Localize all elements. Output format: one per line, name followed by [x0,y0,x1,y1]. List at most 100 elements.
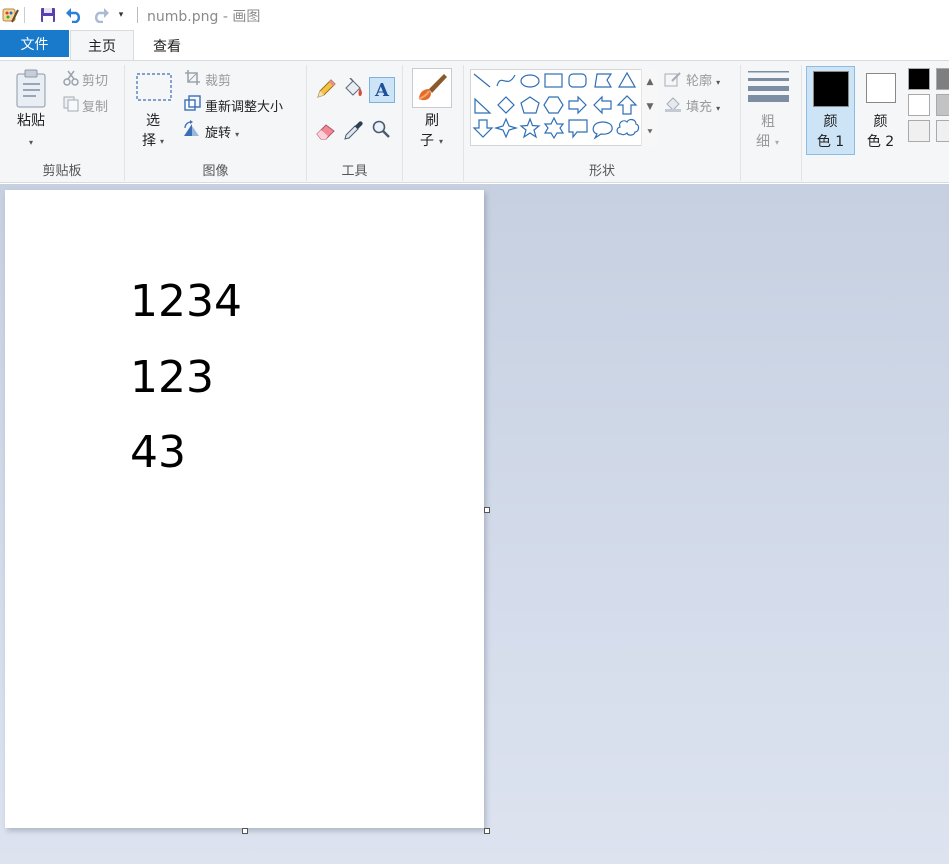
diamond-shape-icon[interactable] [497,96,515,114]
tools-group-label: 工具 [341,164,368,179]
color-1-swatch[interactable] [813,71,849,107]
brushes-label-1[interactable]: 刷 [419,111,445,131]
outline-label: 轮廓 [686,74,713,89]
tab-home[interactable]: 主页 [70,30,134,61]
size-icon[interactable] [748,70,790,108]
color-2-swatch[interactable] [866,73,896,103]
select-dropdown-icon[interactable]: ▾ [157,132,167,152]
tab-file[interactable]: 文件 [0,30,69,57]
line-shape-icon[interactable] [473,73,491,88]
four-point-star-shape-icon[interactable] [493,117,519,139]
crop-button[interactable]: 裁剪 [205,70,231,89]
title-bar: ▾ numb.png - 画图 [0,0,949,30]
gallery-expand-icon[interactable]: ⯆ [642,120,658,145]
cut-icon[interactable] [63,70,79,90]
ribbon: 粘贴 ▾ 剪切 复制 剪贴板 选 择 ▾ 裁剪 重新调整大小 旋转 ▾ 图像 A… [0,60,949,183]
size-label-1[interactable]: 粗 [748,112,788,132]
brushes-dropdown-icon[interactable]: ▾ [436,132,446,152]
pentagon-shape-icon[interactable] [520,96,540,114]
palette-swatch[interactable] [908,94,930,116]
copy-icon[interactable] [63,96,79,116]
up-arrow-shape-icon[interactable] [616,95,638,115]
rectangle-callout-shape-icon[interactable] [568,119,588,139]
five-point-star-shape-icon[interactable] [519,117,541,139]
paint-app-icon[interactable] [0,5,20,25]
paste-button[interactable] [14,69,50,113]
tab-view[interactable]: 查看 [134,30,200,61]
canvas-text-line-3: 43 [130,427,186,478]
rounded-rectangle-shape-icon[interactable] [568,73,587,88]
resize-handle-corner[interactable] [484,828,490,834]
shapes-group-label: 形状 [588,164,615,179]
work-area: 1234 123 43 [0,184,949,864]
left-arrow-shape-icon[interactable] [593,95,612,115]
color-picker-icon[interactable] [343,119,365,145]
color-1-label-2[interactable]: 色 1 [806,132,855,152]
magnifier-icon[interactable] [371,119,391,143]
copy-button[interactable]: 复制 [82,96,108,115]
canvas-text-line-1: 1234 [130,276,242,327]
color-1-label-1[interactable]: 颜 [806,112,855,132]
fill-icon[interactable] [664,95,682,117]
ribbon-tabs: 文件 主页 查看 [0,30,949,61]
brush-icon[interactable] [412,68,452,108]
brushes-group: 刷 子 ▾ [403,61,463,182]
drawing-canvas[interactable]: 1234 123 43 [5,190,484,828]
customize-quick-access-icon[interactable]: ▾ [114,5,128,25]
cut-button[interactable]: 剪切 [82,70,108,89]
palette-swatch[interactable] [908,68,930,90]
resize-handle-right[interactable] [484,507,490,513]
resize-handle-bottom[interactable] [242,828,248,834]
rotate-icon[interactable] [182,120,201,142]
right-arrow-shape-icon[interactable] [568,95,587,115]
redo-icon[interactable] [91,5,111,25]
canvas-text-line-2: 123 [130,352,214,403]
crop-icon[interactable] [184,69,201,90]
resize-icon[interactable] [184,95,201,116]
image-group-label: 图像 [202,164,229,179]
select-label-1[interactable]: 选 [135,111,171,131]
shapes-gallery [470,69,657,146]
triangle-shape-icon[interactable] [617,71,637,88]
select-icon[interactable] [136,73,172,105]
pencil-icon[interactable] [315,78,337,104]
fill-bucket-icon[interactable] [342,77,364,104]
paste-dropdown-icon[interactable]: ▾ [10,133,52,153]
oval-callout-shape-icon[interactable] [592,121,613,140]
undo-icon[interactable] [64,5,84,25]
color-2-label-1[interactable]: 颜 [856,112,905,132]
right-triangle-shape-icon[interactable] [474,97,492,114]
gallery-scroll-up-icon[interactable]: ▲ [642,69,658,94]
brushes-label-2[interactable]: 子 [417,131,437,151]
size-dropdown-icon[interactable]: ▾ [772,133,782,153]
down-arrow-shape-icon[interactable] [472,119,494,138]
palette-swatch[interactable] [908,120,930,142]
color-2-label-2[interactable]: 色 2 [856,132,905,152]
image-group: 选 择 ▾ 裁剪 重新调整大小 旋转 ▾ 图像 [125,61,306,182]
window-title: numb.png - 画图 [147,9,261,25]
gallery-scroll-down-icon[interactable]: ▼ [642,94,658,119]
six-point-star-shape-icon[interactable] [543,116,565,140]
clipboard-group-label: 剪贴板 [42,164,82,179]
shapes-gallery-scrollbar[interactable]: ▲ ▼ ⯆ [641,69,657,146]
paste-label[interactable]: 粘贴 [10,111,52,131]
save-icon[interactable] [38,5,58,25]
resize-button[interactable]: 重新调整大小 [205,96,283,115]
curve-shape-icon[interactable] [496,74,516,87]
rectangle-shape-icon[interactable] [544,73,563,88]
oval-shape-icon[interactable] [520,74,540,88]
fill-button[interactable]: 填充 ▾ [686,96,720,115]
hexagon-shape-icon[interactable] [543,96,564,114]
cloud-callout-shape-icon[interactable] [616,118,640,136]
polygon-shape-icon[interactable] [594,73,613,88]
rotate-button[interactable]: 旋转 ▾ [205,122,239,141]
palette-swatch[interactable] [936,94,949,116]
outline-button[interactable]: 轮廓 ▾ [686,70,720,89]
palette-swatch[interactable] [936,120,949,142]
outline-icon[interactable] [664,70,682,92]
clipboard-group: 粘贴 ▾ 剪切 复制 剪贴板 [0,61,124,182]
eraser-icon[interactable] [315,120,337,144]
fill-label: 填充 [686,100,713,115]
text-tool-icon[interactable]: A [369,77,395,103]
palette-swatch[interactable] [936,68,949,90]
